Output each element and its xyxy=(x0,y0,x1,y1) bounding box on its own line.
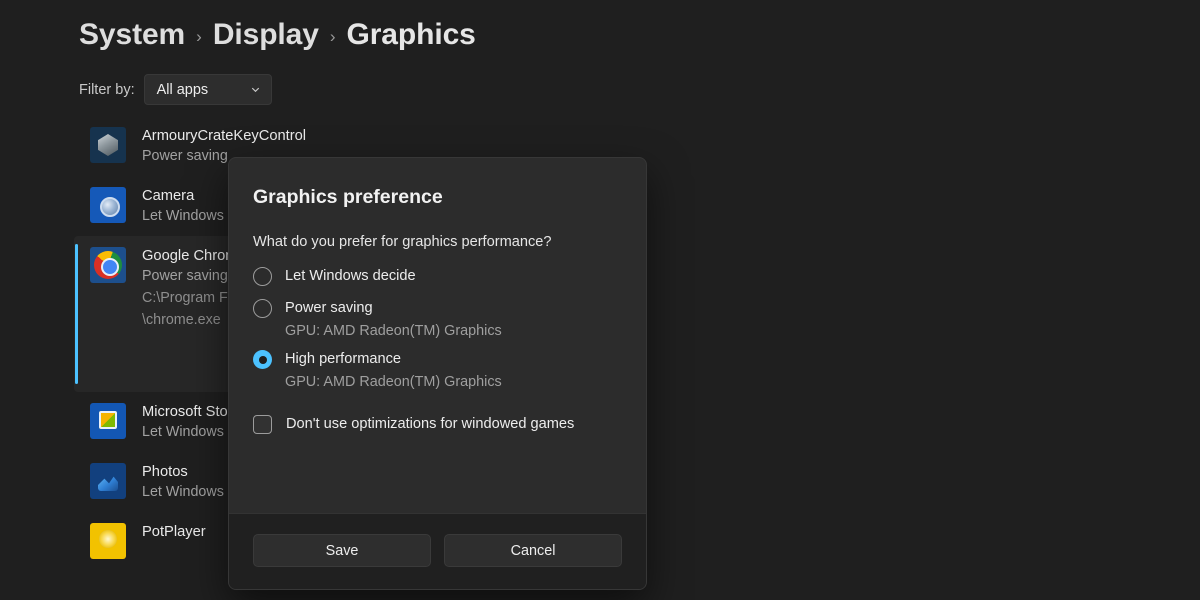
camera-icon xyxy=(90,187,126,223)
dialog-title: Graphics preference xyxy=(253,186,443,208)
breadcrumb-item-display[interactable]: Display xyxy=(213,17,319,53)
radio-label: High performance xyxy=(285,351,401,367)
windowed-games-checkbox-row[interactable]: Don't use optimizations for windowed gam… xyxy=(253,414,622,434)
cancel-button[interactable]: Cancel xyxy=(444,534,622,567)
radio-icon-unselected[interactable] xyxy=(253,299,272,318)
radio-icon-selected[interactable] xyxy=(253,350,272,369)
breadcrumb-item-system[interactable]: System xyxy=(79,17,185,53)
radio-gpu-detail: GPU: AMD Radeon(TM) Graphics xyxy=(285,323,502,339)
filter-dropdown-value: All apps xyxy=(156,81,209,98)
app-preference: Let Windows xyxy=(142,484,224,500)
app-preference: Power saving xyxy=(142,268,228,284)
app-preference: Let Windows xyxy=(142,424,224,440)
dialog-footer: Save Cancel xyxy=(229,513,646,589)
save-button[interactable]: Save xyxy=(253,534,431,567)
filter-label: Filter by: xyxy=(79,81,135,98)
radio-option-let-windows-decide[interactable]: Let Windows decide xyxy=(253,266,622,287)
radio-label: Let Windows decide xyxy=(285,268,416,284)
graphics-preference-radio-group: Let Windows decide Power saving GPU: AMD… xyxy=(253,266,622,392)
armourycrate-icon xyxy=(90,127,126,163)
app-name: Photos xyxy=(142,464,188,480)
app-name: ArmouryCrateKeyControl xyxy=(142,128,307,144)
radio-option-high-performance[interactable]: High performance xyxy=(253,349,622,370)
radio-icon-unselected[interactable] xyxy=(253,267,272,286)
photos-icon xyxy=(90,463,126,499)
potplayer-icon xyxy=(90,523,126,559)
filter-dropdown[interactable]: All apps xyxy=(143,74,272,105)
filter-row: Filter by: All apps xyxy=(79,74,272,105)
selection-accent-bar xyxy=(75,244,78,384)
chrome-icon xyxy=(90,247,126,283)
breadcrumb-separator-2: › xyxy=(329,27,336,46)
radio-gpu-detail: GPU: AMD Radeon(TM) Graphics xyxy=(285,374,502,390)
graphics-preference-dialog: Graphics preference What do you prefer f… xyxy=(228,157,647,590)
app-name: Camera xyxy=(142,188,195,204)
chevron-down-icon xyxy=(250,84,261,95)
checkbox-label: Don't use optimizations for windowed gam… xyxy=(286,416,575,432)
checkbox-icon[interactable] xyxy=(253,414,272,434)
radio-option-power-saving[interactable]: Power saving xyxy=(253,298,622,319)
dialog-question: What do you prefer for graphics performa… xyxy=(253,234,552,250)
app-path-line1: C:\Program F xyxy=(142,290,228,306)
app-name: PotPlayer xyxy=(142,524,206,540)
app-name: Google Chrom xyxy=(142,248,238,264)
app-preference: Let Windows xyxy=(142,208,224,224)
breadcrumb-separator-1: › xyxy=(196,27,202,46)
app-path-line2: \chrome.exe xyxy=(142,312,221,328)
radio-label: Power saving xyxy=(285,300,373,316)
breadcrumb: System › Display › Graphics xyxy=(79,17,476,57)
app-name: Microsoft Sto xyxy=(142,404,228,420)
microsoft-store-icon xyxy=(90,403,126,439)
settings-graphics-page: System › Display › Graphics Filter by: A… xyxy=(0,0,1200,600)
breadcrumb-item-graphics: Graphics xyxy=(346,18,476,51)
